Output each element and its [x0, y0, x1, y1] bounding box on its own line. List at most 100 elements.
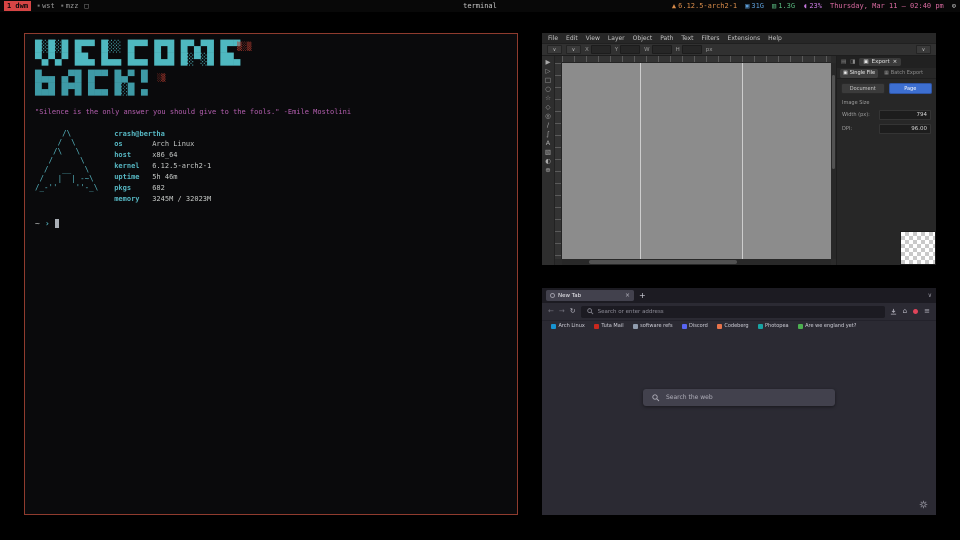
bookmark-favicon	[717, 324, 722, 329]
tab-new-tab[interactable]: New Tab ×	[546, 290, 634, 301]
workspace-tag-active[interactable]: 1 dwm	[4, 1, 31, 11]
y-coordinate-field[interactable]: Y	[615, 45, 640, 54]
search-icon	[652, 394, 660, 402]
horizontal-scrollbar[interactable]	[562, 259, 831, 265]
document-button[interactable]: Document	[841, 83, 885, 94]
fetch-row: uptime5h 46m	[114, 172, 211, 183]
bookmark-item-software-refs[interactable]: software refs	[633, 323, 673, 329]
tab-close-icon[interactable]: ×	[625, 292, 630, 299]
box3d-tool-icon[interactable]: ◇	[546, 104, 551, 111]
bookmark-item-arch-linux[interactable]: Arch Linux	[551, 323, 585, 329]
menu-item-path[interactable]: Path	[660, 35, 673, 42]
pencil-tool-icon[interactable]: /	[547, 122, 549, 129]
ascii-art-back: █▄▄ ▄▀█ █▀▀ █▄▀ █ █▄█ █▀█ █▄▄ █░█ ▄	[35, 71, 507, 96]
prompt-path: ~	[35, 219, 40, 228]
canvas[interactable]	[562, 63, 831, 259]
menu-item-extensions[interactable]: Extensions	[728, 35, 761, 42]
ascii-art-welcome: █░█░█ █▀▀ █░░ █▀▀ █▀█ █▀▄▀█ █▀▀ ▀▄▀▄▀ ██…	[35, 41, 507, 66]
menu-item-view[interactable]: View	[586, 35, 600, 42]
mode-dropdown[interactable]: ∨	[566, 45, 581, 54]
page-button[interactable]: Page	[889, 83, 933, 94]
folder-icon	[633, 324, 638, 329]
layout-icon[interactable]: □	[84, 2, 88, 10]
quote-line: "Silence is the only answer you should g…	[35, 108, 507, 116]
workspace-tag-wst[interactable]: ▪ wst	[37, 2, 55, 10]
fetch-row: pkgs682	[114, 183, 211, 194]
fetch-row: hostx86_64	[114, 150, 211, 161]
web-search-box[interactable]: Search the web	[643, 389, 835, 406]
export-dpi-field[interactable]: 96.00	[879, 124, 931, 134]
horizontal-ruler	[562, 56, 831, 63]
menu-item-filters[interactable]: Filters	[702, 35, 720, 42]
bookmark-favicon	[551, 324, 556, 329]
canvas-area	[555, 56, 836, 265]
dock-tab-export[interactable]: ▣ Export ×	[859, 58, 901, 66]
export-width-row: Width (px): 794	[837, 108, 936, 122]
navigation-toolbar: ← → ↻ Search or enter address ⌂ ≡	[542, 303, 936, 320]
inkscape-menubar: File Edit View Layer Object Path Text Fi…	[542, 33, 936, 43]
extension-indicator-icon[interactable]	[913, 309, 918, 314]
export-width-field[interactable]: 794	[879, 110, 931, 120]
home-icon[interactable]: ⌂	[903, 308, 907, 315]
workspace-tag-mzz[interactable]: ▪ mzz	[61, 2, 79, 10]
menu-item-file[interactable]: File	[548, 35, 558, 42]
memory-stat: ▥ 1.3G	[772, 2, 795, 10]
new-tab-button[interactable]: +	[639, 292, 646, 300]
pen-tool-icon[interactable]: ∫	[546, 131, 549, 138]
menu-item-edit[interactable]: Edit	[566, 35, 578, 42]
vertical-scrollbar[interactable]	[831, 63, 836, 259]
node-tool-icon[interactable]: ▷	[546, 68, 551, 75]
menu-item-help[interactable]: Help	[768, 35, 782, 42]
bookmark-item-are-we-england-yet[interactable]: Are we england yet?	[798, 323, 857, 329]
terminal-window: █░█░█ █▀▀ █░░ █▀▀ █▀█ █▀▄▀█ █▀▀ ▀▄▀▄▀ ██…	[24, 33, 518, 515]
tab-list-chevron-icon[interactable]: ∨	[928, 292, 932, 299]
tab-single-file[interactable]: ▣ Single File	[840, 69, 878, 78]
menu-button[interactable]: ≡	[924, 308, 930, 315]
bookmark-item-discord[interactable]: Discord	[682, 323, 708, 329]
selection-dropdown[interactable]: ∨	[547, 45, 562, 54]
bookmark-favicon	[758, 324, 763, 329]
star-tool-icon[interactable]: ☆	[545, 95, 551, 102]
export-preview	[900, 231, 936, 265]
gradient-tool-icon[interactable]: ▧	[545, 149, 551, 156]
rectangle-tool-icon[interactable]: □	[545, 77, 551, 84]
status-bar: 1 dwm ▪ wst ▪ mzz □ terminal ▲ 6.12.5-ar…	[0, 0, 960, 12]
personalize-gear-icon[interactable]	[919, 500, 928, 509]
x-coordinate-field[interactable]: X	[585, 45, 611, 54]
menu-item-layer[interactable]: Layer	[608, 35, 625, 42]
system-fetch: /\ / \ /\ \ / \ / __ \ / | | -~\ /_-'' '…	[35, 129, 507, 205]
dock-dialog-icon[interactable]: ◨	[850, 59, 855, 65]
height-field[interactable]: H	[676, 45, 702, 54]
selector-tool-icon[interactable]: ▶	[546, 59, 551, 66]
tool-controls-bar: ∨ ∨ X Y W H px ∨	[542, 43, 936, 56]
spiral-tool-icon[interactable]: ◎	[545, 113, 551, 120]
bookmarks-bar: Arch Linux Tuta Mail software refs Disco…	[542, 320, 936, 331]
back-button[interactable]: ←	[548, 308, 554, 315]
bookmark-item-photopea[interactable]: Photopea	[758, 323, 789, 329]
clock: Thursday, Mar 11 — 02:40 pm	[830, 2, 944, 10]
tab-batch-export[interactable]: ▦ Batch Export	[881, 69, 926, 78]
power-icon[interactable]: ⊙	[952, 2, 956, 10]
arch-icon: ▲	[672, 2, 676, 10]
dock-dialog-icon[interactable]: ▤	[841, 59, 846, 65]
bookmark-item-codeberg[interactable]: Codeberg	[717, 323, 749, 329]
url-bar[interactable]: Search or enter address	[581, 306, 885, 318]
forward-button[interactable]: →	[559, 308, 565, 315]
width-field[interactable]: W	[644, 45, 671, 54]
prompt-symbol: ›	[45, 219, 50, 228]
zoom-tool-icon[interactable]: ⊕	[545, 167, 550, 174]
reload-button[interactable]: ↻	[570, 308, 576, 315]
art-decoration: ▒░▒	[237, 42, 251, 51]
scale-dropdown[interactable]: ∨	[916, 45, 931, 54]
unit-label[interactable]: px	[706, 47, 713, 53]
menu-item-object[interactable]: Object	[633, 35, 653, 42]
ellipse-tool-icon[interactable]: ○	[545, 86, 551, 93]
dropper-tool-icon[interactable]: ◐	[545, 158, 551, 165]
volume-stat: ◖ 23%	[803, 2, 822, 10]
shell-prompt[interactable]: ~ ›	[35, 219, 507, 228]
download-icon[interactable]	[890, 308, 897, 315]
close-icon[interactable]: ×	[893, 59, 898, 65]
text-tool-icon[interactable]: A	[546, 140, 550, 147]
bookmark-item-tuta-mail[interactable]: Tuta Mail	[594, 323, 624, 329]
menu-item-text[interactable]: Text	[681, 35, 693, 42]
